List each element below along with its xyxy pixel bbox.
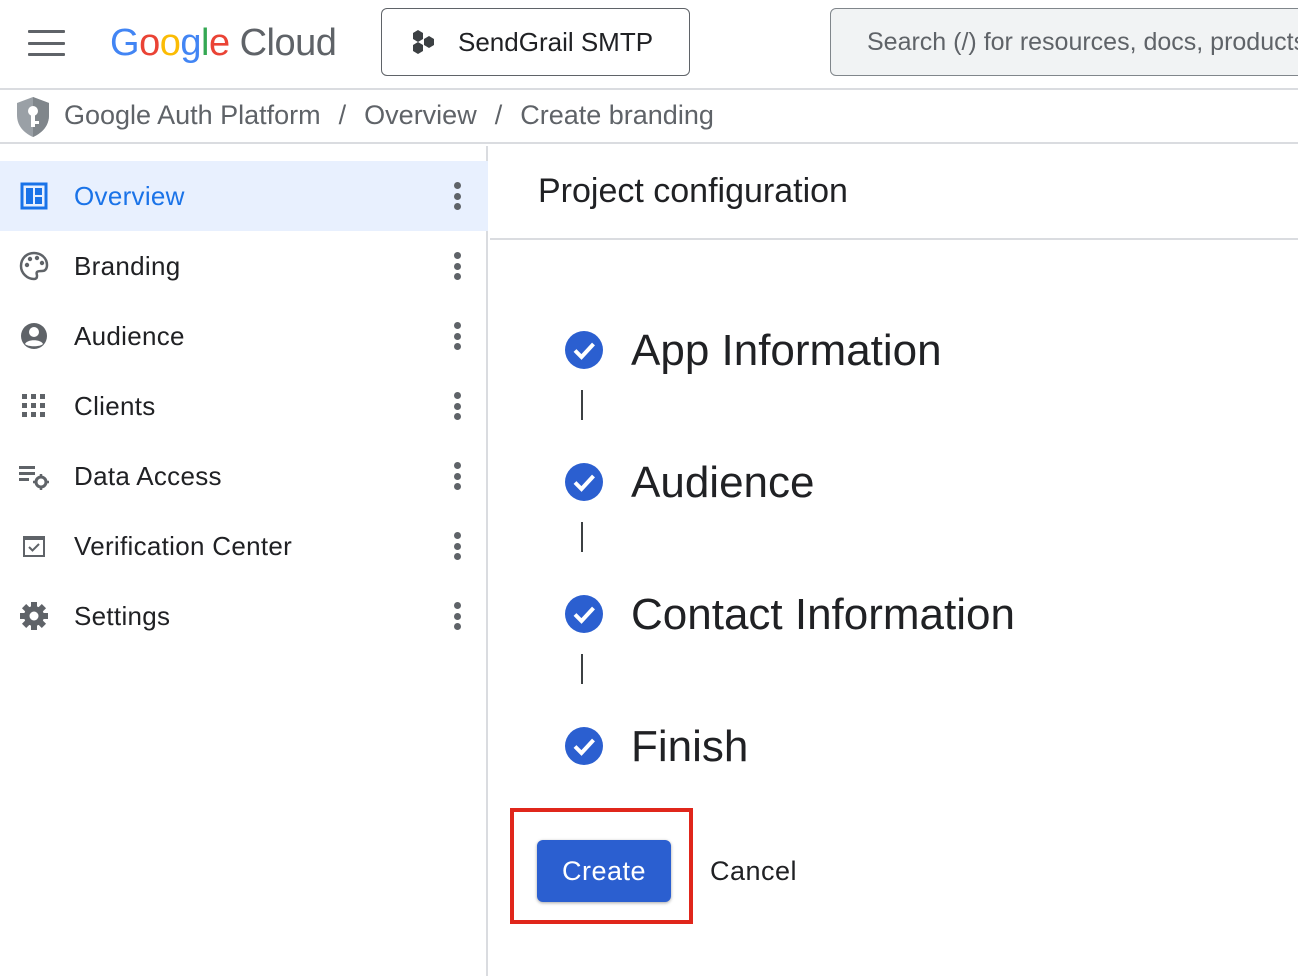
step-label: Contact Information [631,590,1015,639]
main-menu-button[interactable] [28,30,65,56]
create-button[interactable]: Create [537,840,671,902]
step-connector [581,390,583,420]
top-bar: Go o g l e Cloud SendGrail SMTP Search (/) fo… [0,0,1298,90]
sidebar-item-overview[interactable]: Overview [0,161,488,231]
logo-product-name: Cloud [239,21,337,64]
sidebar-item-label: Branding [74,250,181,281]
menu-icon-line [28,41,65,45]
page: Go o g l e Cloud SendGrail SMTP Search (/) fo… [0,0,1298,976]
more-vert-icon[interactable] [448,390,466,422]
sidebar-item-label: Audience [74,320,185,351]
check-circle-icon [565,463,603,501]
check-circle-icon [565,727,603,765]
sidebar-item-label: Settings [74,600,171,631]
breadcrumb-separator: / [338,100,347,130]
list-settings-icon [18,460,50,492]
sidebar-item-data-access[interactable]: Data Access [0,441,488,511]
sidebar-item-verification-center[interactable]: Verification Center [0,511,488,581]
sidebar-item-audience[interactable]: Audience [0,301,488,371]
sidebar-item-branding[interactable]: Branding [0,231,488,301]
check-circle-icon [565,331,603,369]
breadcrumb-item-overview[interactable]: Overview [364,100,477,131]
step-label: Audience [631,458,815,507]
main-header: Project configuration [490,146,1298,240]
breadcrumb-separator: / [494,100,503,130]
more-vert-icon[interactable] [448,600,466,632]
menu-icon-line [28,53,65,56]
sidebar-nav: Overview Branding Audience Clients Data … [0,146,488,976]
step-label: Finish [631,722,749,771]
sidebar-item-clients[interactable]: Clients [0,371,488,441]
project-selector-button[interactable]: SendGrail SMTP [381,8,690,76]
breadcrumb-item-auth-platform[interactable]: Google Auth Platform [64,100,321,131]
gear-icon [18,600,50,632]
page-title: Project configuration [538,172,848,210]
search-input[interactable]: Search (/) for resources, docs, products… [830,8,1298,76]
step-connector [581,522,583,552]
step-connector [581,654,583,684]
step-label: App Information [631,326,942,375]
breadcrumb-item-current: Create branding [520,100,714,130]
more-vert-icon[interactable] [448,460,466,492]
breadcrumb: Google Auth Platform / Overview / Create… [64,100,714,131]
search-placeholder: Search (/) for resources, docs, products… [867,27,1298,56]
project-name: SendGrail SMTP [458,26,654,57]
shield-key-icon [17,97,49,137]
sidebar-item-label: Verification Center [74,530,293,561]
check-circle-icon [565,595,603,633]
google-cloud-logo[interactable]: Go o g l e Cloud [110,18,337,68]
more-vert-icon[interactable] [448,180,466,212]
sidebar-item-label: Data Access [74,460,222,491]
apps-grid-icon [18,390,50,422]
more-vert-icon[interactable] [448,250,466,282]
account-circle-icon [18,320,50,352]
menu-icon-line [28,30,65,33]
project-hexagons-icon [413,30,434,54]
more-vert-icon[interactable] [448,530,466,562]
main-panel: Project configuration App Information Au… [490,146,1298,976]
more-vert-icon[interactable] [448,320,466,352]
sidebar-item-settings[interactable]: Settings [0,581,488,651]
dashboard-icon [18,180,50,212]
sidebar-item-label: Overview [74,180,185,211]
cancel-button[interactable]: Cancel [696,840,811,902]
breadcrumb-bar: Google Auth Platform / Overview / Create… [0,92,1298,144]
sidebar-item-label: Clients [74,390,156,421]
palette-icon [18,250,50,282]
checkbox-icon [18,530,50,562]
